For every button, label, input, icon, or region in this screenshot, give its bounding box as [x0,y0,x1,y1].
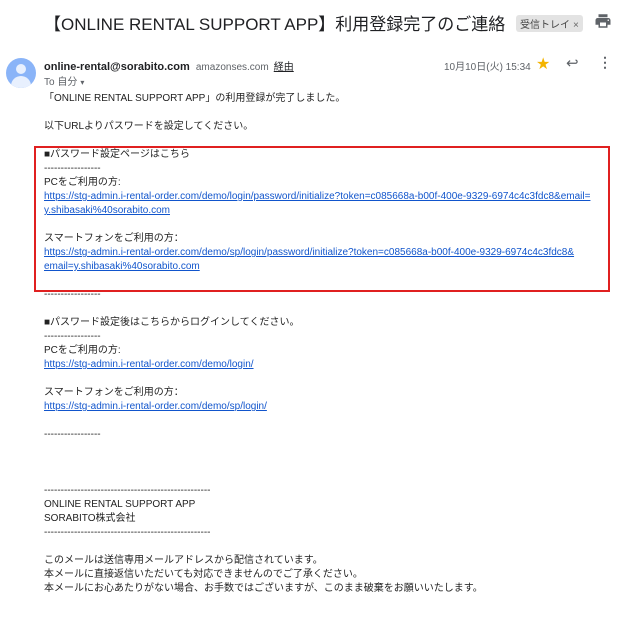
print-icon[interactable] [594,12,612,30]
inbox-label-badge: 受信トレイ × [516,15,583,33]
pc-label: PCをご利用の方: [44,177,121,188]
sender-avatar [6,58,36,88]
signature-app: ONLINE RENTAL SUPPORT APP [44,499,196,510]
reply-icon[interactable]: ↩ [566,54,579,72]
signature-separator: ----------------------------------------… [44,527,211,538]
footer-line: このメールは送信専用メールアドレスから配信されています。 [44,555,323,566]
via-link[interactable]: 経由 [274,62,294,73]
pc-password-link-cont[interactable]: y.shibasaki%40sorabito.com [44,205,170,216]
chevron-down-icon: ▾ [80,78,85,87]
email-date: 10月10日(火) 15:34 [444,62,531,73]
body-line: 「ONLINE RENTAL SUPPORT APP」の利用登録が完了しました。 [44,93,346,104]
star-icon[interactable]: ★ [536,54,550,74]
separator: ----------------- [44,289,101,300]
email-subject: 【ONLINE RENTAL SUPPORT APP】利用登録完了のご連絡 受信… [44,10,583,35]
recipient-dropdown[interactable]: To 自分 ▾ [44,73,84,88]
separator: ----------------- [44,331,101,342]
sp-password-link[interactable]: https://stg-admin.i-rental-order.com/dem… [44,247,574,258]
pc-login-label: PCをご利用の方: [44,345,121,356]
sp-label: スマートフォンをご利用の方： [44,233,184,244]
footer-line: 本メールにお心あたりがない場合、お手数ではございますが、このまま破棄をお願いいた… [44,583,483,594]
sp-password-link-cont[interactable]: email=y.shibasaki%40sorabito.com [44,261,200,272]
signature-company: SORABITO株式会社 [44,513,136,524]
footer-line: 本メールに直接返信いただいても対応できませんのでご了承ください。 [44,569,363,580]
subject-text: 【ONLINE RENTAL SUPPORT APP】利用登録完了のご連絡 [44,15,506,34]
separator: ----------------- [44,163,101,174]
sp-login-label: スマートフォンをご利用の方： [44,387,184,398]
email-body: 「ONLINE RENTAL SUPPORT APP」の利用登録が完了しました。… [44,92,614,596]
login-heading: ■パスワード設定後はこちらからログインしてください。 [44,317,300,328]
body-line: 以下URLよりパスワードを設定してください。 [44,121,254,132]
pc-password-link[interactable]: https://stg-admin.i-rental-order.com/dem… [44,191,590,202]
signature-separator: ----------------------------------------… [44,485,211,496]
recipient-label: To 自分 [44,77,78,88]
separator: ----------------- [44,429,101,440]
sender-address: online-rental@sorabito.com [44,61,190,73]
more-options-icon[interactable]: ⋮ [598,54,612,71]
sender-line: online-rental@sorabito.com amazonses.com… [44,58,294,73]
pc-login-link[interactable]: https://stg-admin.i-rental-order.com/dem… [44,359,254,370]
sender-via-domain: amazonses.com [195,62,269,73]
remove-label-icon[interactable]: × [573,20,579,31]
password-heading: ■パスワード設定ページはこちら [44,149,190,160]
sp-login-link[interactable]: https://stg-admin.i-rental-order.com/dem… [44,401,267,412]
